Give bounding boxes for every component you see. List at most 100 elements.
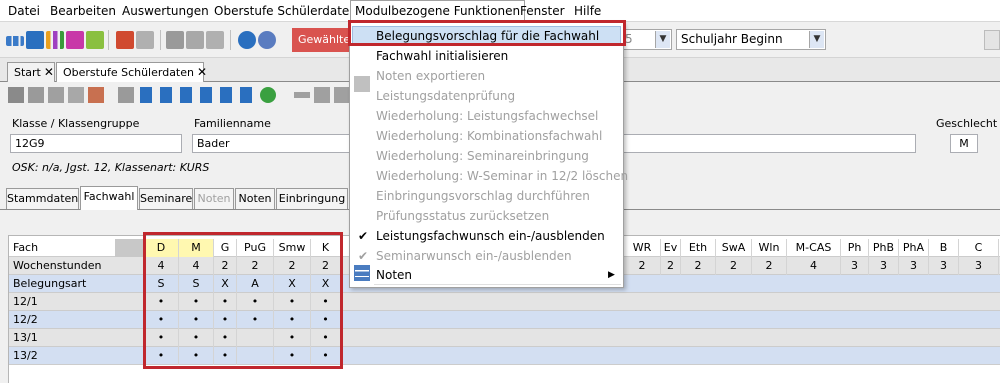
term-combo[interactable]: Schuljahr Beginn ▼ (676, 29, 826, 50)
subject-header[interactable]: B (929, 239, 959, 257)
subject-header[interactable]: PuG (237, 239, 274, 257)
menu-hilfe[interactable]: Hilfe (570, 0, 605, 22)
menu-oberstufe-schuelerdaten[interactable]: Oberstufe Schülerdaten (210, 0, 361, 22)
grid-cell[interactable]: 3 (841, 257, 869, 275)
tab-start[interactable]: Start ✕ (7, 62, 55, 82)
help-icon[interactable] (258, 31, 276, 49)
subject-header[interactable]: Ph (841, 239, 869, 257)
copy-icon[interactable] (166, 31, 184, 49)
grid-cell[interactable]: • (214, 293, 237, 311)
grid-cell[interactable] (237, 329, 274, 347)
tab-noten[interactable]: Noten (235, 188, 275, 209)
grid-cell[interactable]: 2 (661, 257, 681, 275)
subject-header[interactable]: K (311, 239, 341, 257)
grid-cell[interactable]: 2 (311, 257, 341, 275)
subject-header[interactable]: Wln (752, 239, 787, 257)
grid-cell[interactable]: 2 (716, 257, 752, 275)
subject-header[interactable]: PhA (899, 239, 929, 257)
menu-fenster[interactable]: Fenster (516, 0, 569, 22)
subject-header[interactable]: Ev (661, 239, 681, 257)
undo-icon[interactable] (48, 87, 64, 103)
subject-header[interactable]: Eth (681, 239, 716, 257)
print-icon[interactable] (206, 31, 224, 49)
message-icon[interactable] (86, 31, 104, 49)
arrow-left-icon[interactable] (294, 92, 310, 98)
menu-modulbezogene-funktionen[interactable]: Modulbezogene Funktionen (350, 0, 526, 22)
tab-fachwahl[interactable]: Fachwahl (80, 186, 138, 210)
subject-header[interactable]: WR (624, 239, 661, 257)
prev-record-icon[interactable] (180, 87, 192, 103)
info-icon[interactable] (238, 31, 256, 49)
subject-header[interactable]: M-CAS (787, 239, 841, 257)
subject-header[interactable]: Smw (274, 239, 311, 257)
tab-stammdaten[interactable]: Stammdaten (6, 188, 79, 209)
grid-cell[interactable]: 2 (214, 257, 237, 275)
menu-bearbeiten[interactable]: Bearbeiten (46, 0, 120, 22)
grid-cell[interactable]: • (144, 329, 179, 347)
grid-cell[interactable]: • (311, 311, 341, 329)
grid-cell[interactable]: • (179, 329, 214, 347)
menu-datei[interactable]: Datei (4, 0, 44, 22)
tab-oberstufe-schuelerdaten[interactable]: Oberstufe Schülerdaten ✕ (56, 62, 207, 83)
gender-field[interactable]: M (950, 134, 978, 153)
grid-cell[interactable]: • (237, 293, 274, 311)
menu-item[interactable]: Leistungsfachwunsch ein-/ausblenden (376, 226, 605, 246)
menu-auswertungen[interactable]: Auswertungen (118, 0, 213, 22)
selection-filter-button[interactable]: Gewähltes (292, 28, 354, 52)
grid-cell[interactable]: • (144, 347, 179, 365)
grid-cell[interactable]: 2 (681, 257, 716, 275)
last-record-icon[interactable] (240, 87, 252, 103)
form-icon[interactable] (88, 87, 104, 103)
grid-cell[interactable]: • (274, 347, 311, 365)
grid-cell[interactable]: 2 (237, 257, 274, 275)
save-icon[interactable] (8, 87, 24, 103)
subject-header[interactable]: C (959, 239, 999, 257)
document-edit-icon[interactable] (186, 31, 204, 49)
grid-cell[interactable] (237, 347, 274, 365)
grid-cell[interactable]: 2 (274, 257, 311, 275)
grid-cell[interactable]: • (179, 293, 214, 311)
save-all-icon[interactable] (28, 87, 44, 103)
toolbar-overflow-button[interactable] (984, 30, 1000, 50)
book-icon[interactable] (116, 31, 134, 49)
group-icon[interactable] (118, 87, 134, 103)
first-record-icon[interactable] (140, 87, 152, 103)
grid-cell[interactable]: • (311, 329, 341, 347)
grid-cell[interactable]: 4 (179, 257, 214, 275)
grid-cell[interactable]: • (311, 347, 341, 365)
grid-cell[interactable]: S (179, 275, 214, 293)
grid-cell[interactable]: • (179, 311, 214, 329)
grid-cell[interactable]: • (214, 329, 237, 347)
people-icon[interactable] (6, 36, 24, 46)
grid-cell[interactable]: X (311, 275, 341, 293)
grid-cell[interactable]: • (214, 311, 237, 329)
subject-header[interactable]: D (144, 239, 179, 257)
paste-icon[interactable] (334, 87, 350, 103)
bar-chart-icon[interactable] (46, 31, 64, 49)
grid-cell[interactable]: X (274, 275, 311, 293)
tab-seminare[interactable]: Seminare (139, 188, 193, 209)
grid-cell[interactable]: • (179, 347, 214, 365)
grid-cell[interactable]: • (274, 311, 311, 329)
next-page-icon[interactable] (220, 87, 232, 103)
next-record-icon[interactable] (200, 87, 212, 103)
grid-cell[interactable]: • (214, 347, 237, 365)
grid-cell[interactable]: • (274, 293, 311, 311)
chat-bubble-icon[interactable] (66, 31, 84, 49)
refresh-icon[interactable] (260, 87, 276, 103)
grid-cell[interactable]: 3 (929, 257, 959, 275)
grid-cell[interactable]: 2 (624, 257, 661, 275)
grid-cell[interactable]: X (214, 275, 237, 293)
subject-header[interactable]: M (179, 239, 214, 257)
grid-cell[interactable]: 3 (869, 257, 899, 275)
grid-cell[interactable]: • (274, 329, 311, 347)
subject-header[interactable]: PhB (869, 239, 899, 257)
grid-cell[interactable]: • (144, 293, 179, 311)
close-icon[interactable]: ✕ (197, 65, 207, 79)
chevron-down-icon[interactable]: ▼ (655, 31, 670, 48)
grid-cell[interactable]: 4 (144, 257, 179, 275)
calculator-icon[interactable] (136, 31, 154, 49)
grid-cell[interactable]: 4 (787, 257, 841, 275)
delete-icon[interactable] (68, 87, 84, 103)
menu-item[interactable]: Belegungsvorschlag für die Fachwahl (376, 26, 599, 46)
